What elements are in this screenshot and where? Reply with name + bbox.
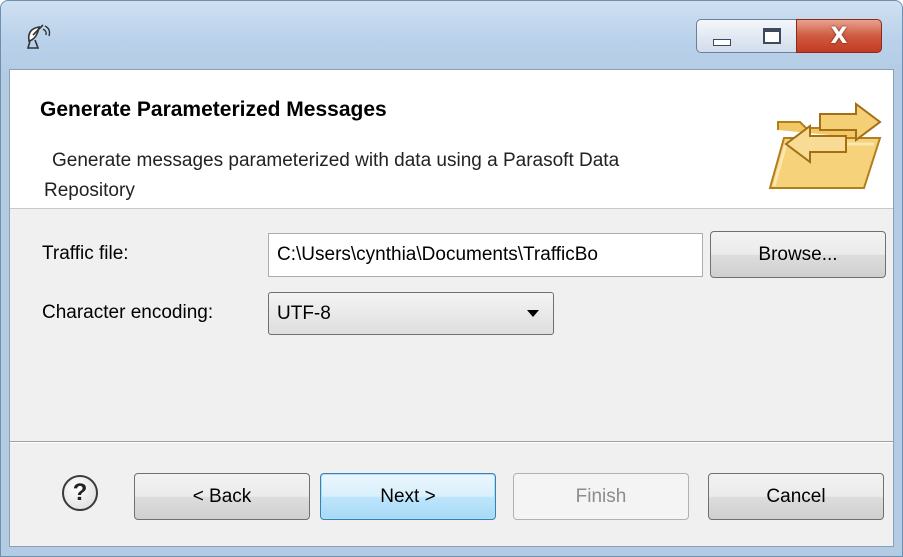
- page-description: Generate messages parameterized with dat…: [44, 146, 772, 206]
- satellite-dish-icon: [23, 21, 53, 51]
- traffic-file-input[interactable]: C:\Users\cynthia\Documents\TrafficBo: [268, 233, 703, 277]
- footer-separator: [10, 441, 893, 443]
- traffic-file-label: Traffic file:: [42, 243, 129, 264]
- folder-exchange-icon: [764, 94, 886, 194]
- character-encoding-label: Character encoding:: [42, 302, 214, 323]
- chevron-down-icon: [527, 310, 539, 317]
- title-bar[interactable]: X: [1, 1, 902, 67]
- finish-button[interactable]: Finish: [513, 473, 689, 520]
- page-title: Generate Parameterized Messages: [40, 98, 387, 121]
- back-button[interactable]: < Back: [134, 473, 310, 520]
- cancel-button[interactable]: Cancel: [708, 473, 884, 520]
- wizard-header: Generate Parameterized Messages Generate…: [10, 70, 893, 209]
- character-encoding-value: UTF-8: [277, 303, 331, 324]
- minimize-button[interactable]: [696, 19, 748, 53]
- minimize-icon: [713, 38, 731, 46]
- character-encoding-select[interactable]: UTF-8: [268, 292, 554, 335]
- maximize-icon: [762, 28, 781, 44]
- description-line-1: Generate messages parameterized with dat…: [52, 150, 620, 171]
- maximize-button[interactable]: [747, 19, 797, 53]
- help-icon[interactable]: ?: [62, 475, 98, 511]
- browse-button[interactable]: Browse...: [710, 231, 886, 278]
- description-line-2: Repository: [44, 180, 135, 201]
- close-button[interactable]: X: [796, 19, 882, 53]
- dialog-window: X Generate Parameterized Messages Genera…: [0, 0, 903, 557]
- close-icon: X: [830, 23, 848, 49]
- next-button[interactable]: Next >: [320, 473, 496, 520]
- dialog-content: Generate Parameterized Messages Generate…: [9, 69, 894, 547]
